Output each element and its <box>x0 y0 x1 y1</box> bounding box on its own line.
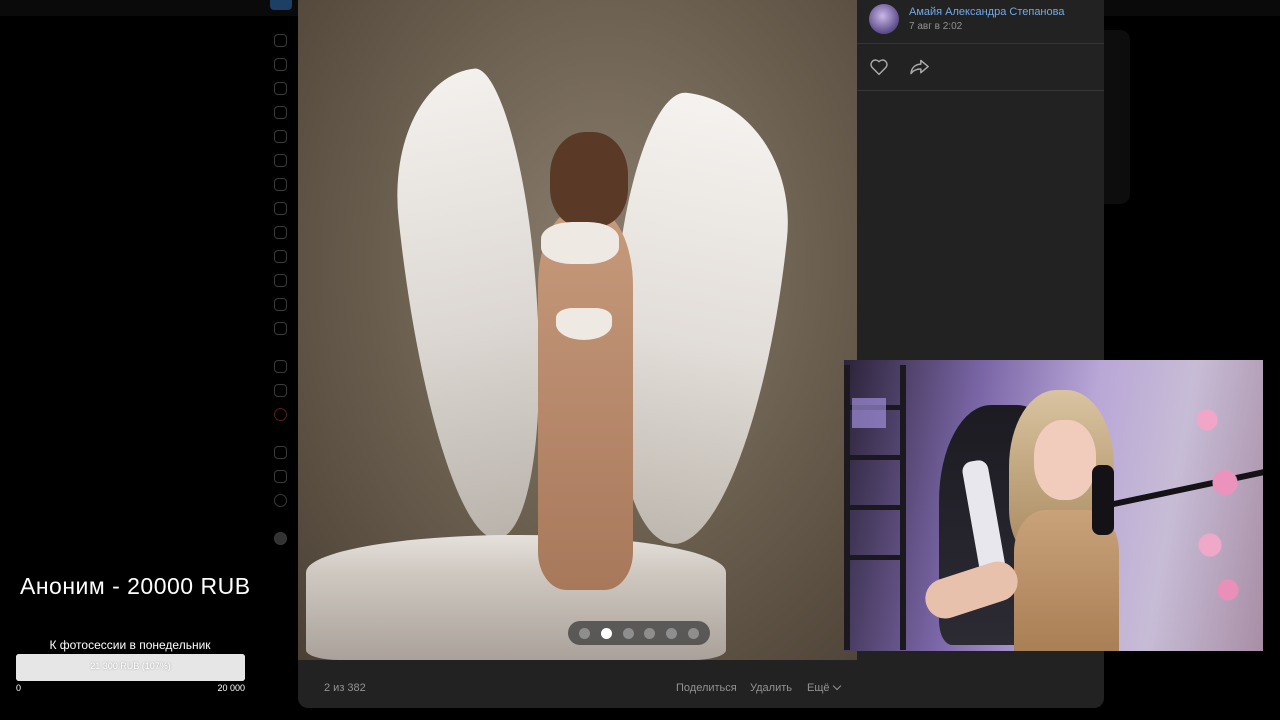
clips-icon <box>274 250 287 263</box>
carousel-dot[interactable] <box>622 627 634 639</box>
carousel-dot[interactable] <box>687 627 699 639</box>
photo-counter: 2 из 382 <box>324 682 366 694</box>
photo-figure-body <box>538 210 633 590</box>
background-right-panel <box>1104 30 1130 204</box>
goal-min-label: 0 <box>16 683 22 693</box>
goal-max-label: 20 000 <box>217 683 245 693</box>
market-icon <box>274 322 287 335</box>
photo-wing-left <box>383 64 563 546</box>
profile-icon <box>274 34 287 47</box>
goal-title: К фотосессии в понедельник <box>49 638 211 652</box>
friends-icon <box>274 130 287 143</box>
games-icon <box>274 274 287 287</box>
divider <box>857 90 1104 91</box>
vk-logo-icon <box>270 0 292 10</box>
goal-progress-text: 21 300 RUB (107%) <box>90 661 171 671</box>
stickers-icon <box>274 298 287 311</box>
webcam-streamer-face <box>1034 420 1096 500</box>
heart-icon[interactable] <box>869 58 889 76</box>
carousel-dot[interactable] <box>665 627 677 639</box>
bookmarks-icon <box>274 446 287 459</box>
photo-figure-bottom <box>556 308 612 340</box>
share-arrow-icon[interactable] <box>909 58 931 76</box>
photos-icon <box>274 178 287 191</box>
chevron-down-icon <box>832 681 841 691</box>
photo-figure-head <box>550 132 628 227</box>
carousel-dot[interactable] <box>644 627 656 639</box>
services-icon <box>274 360 287 373</box>
files-icon <box>274 470 287 483</box>
news-icon <box>274 58 287 71</box>
messages-icon <box>274 82 287 95</box>
user-avatar-small <box>274 532 287 545</box>
help-icon <box>274 494 287 507</box>
delete-button[interactable]: Удалить <box>750 682 792 694</box>
donation-alert: Аноним - 20000 RUB <box>20 573 251 599</box>
calls-icon <box>274 106 287 119</box>
webcam-shelf-board <box>850 455 900 460</box>
share-button[interactable]: Поделиться <box>676 682 737 694</box>
more-button[interactable]: Ещё <box>807 681 841 694</box>
photo[interactable] <box>298 0 857 660</box>
payments-icon <box>274 384 287 397</box>
webcam-blossom-branch <box>1189 370 1249 620</box>
webcam-overlay <box>844 360 1263 651</box>
yandex-icon <box>274 408 287 421</box>
webcam-lamp <box>852 398 886 428</box>
goal-progress-bar: 21 300 RUB (107%) <box>16 654 245 681</box>
music-icon <box>274 202 287 215</box>
carousel-dot[interactable] <box>579 627 591 639</box>
webcam-shelf-board <box>850 555 900 560</box>
photo-figure-top <box>541 222 619 264</box>
background-sidebar <box>270 30 292 550</box>
viewer-footer: 2 из 382 Поделиться Удалить Ещё <box>298 668 1104 708</box>
carousel-dots <box>568 621 710 645</box>
more-button-label: Ещё <box>807 682 830 694</box>
divider <box>857 43 1104 44</box>
post-date[interactable]: 7 авг в 2:02 <box>909 21 962 32</box>
carousel-dot-active[interactable] <box>600 627 612 639</box>
video-icon <box>274 226 287 239</box>
webcam-shelf-board <box>850 505 900 510</box>
author-name[interactable]: Амайя Александра Степанова <box>909 6 1064 18</box>
webcam-microphone <box>1092 465 1114 535</box>
communities-icon <box>274 154 287 167</box>
author-avatar[interactable] <box>869 4 899 34</box>
